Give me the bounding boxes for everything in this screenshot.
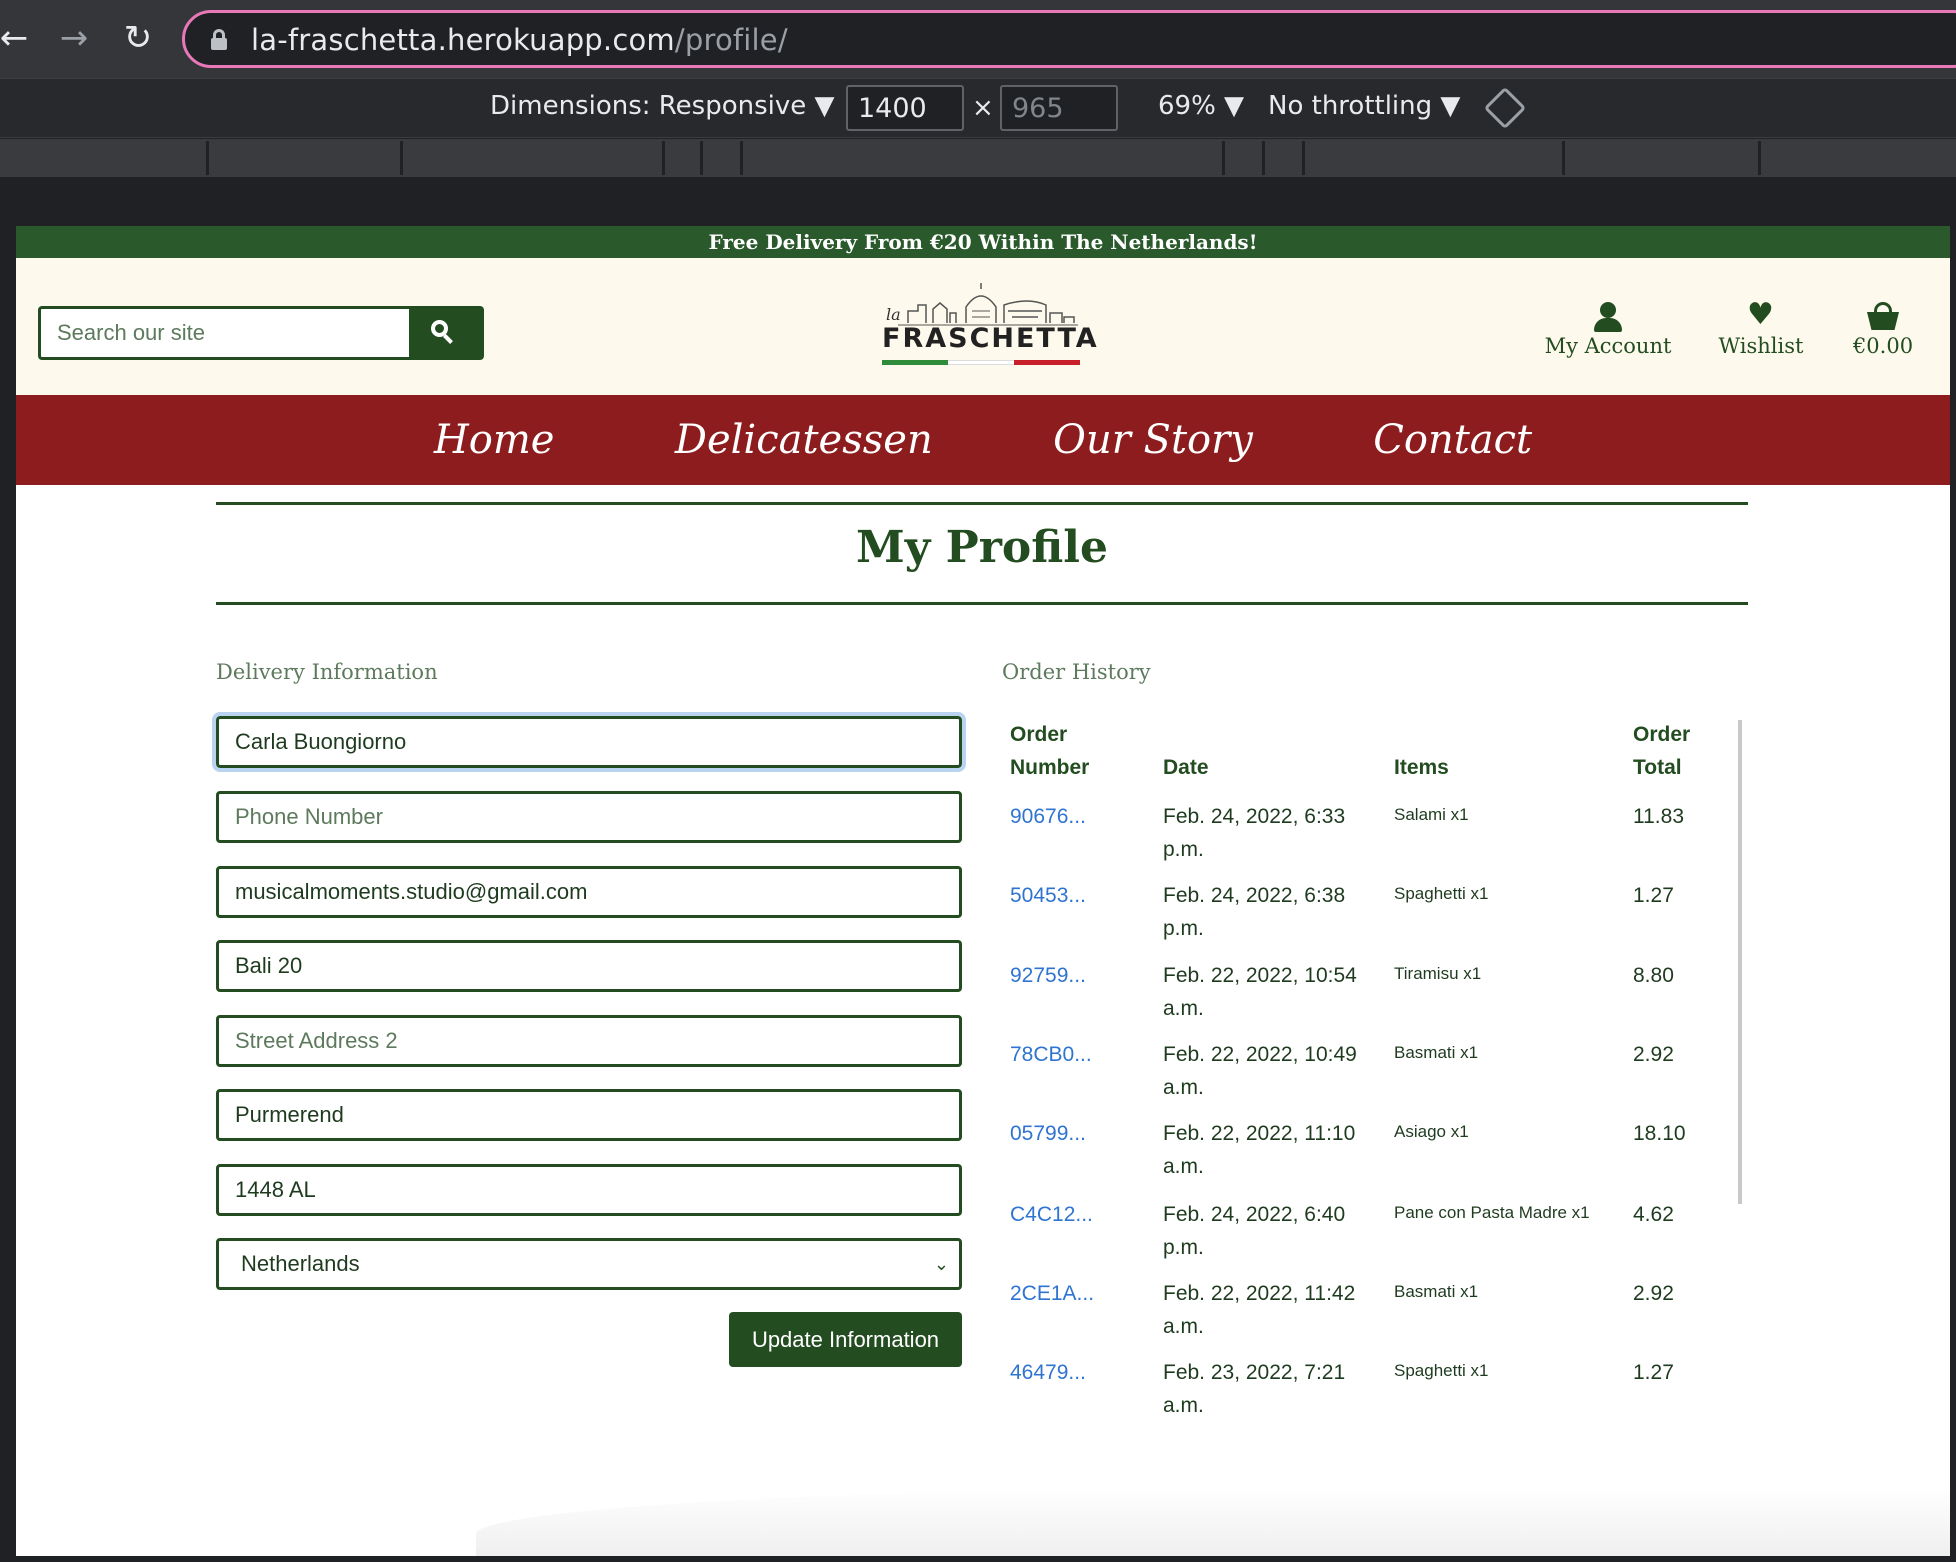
address-bar[interactable]: la-fraschetta.herokuapp.com/profile/ xyxy=(182,10,1956,68)
title-divider-top xyxy=(216,502,1748,505)
order-total: 4.62 xyxy=(1633,1203,1674,1226)
nav-delicatessen[interactable]: Delicatessen xyxy=(675,395,933,485)
main-nav: Home Delicatessen Our Story Contact xyxy=(16,395,1950,485)
wishlist-label: Wishlist xyxy=(1718,334,1804,358)
order-items: Asiago x1 xyxy=(1394,1122,1469,1141)
country-select[interactable]: Netherlands ⌄ xyxy=(216,1238,962,1290)
order-date: Feb. 24, 2022, 6:40 p.m. xyxy=(1163,1203,1346,1259)
order-total: 2.92 xyxy=(1633,1043,1674,1066)
order-history-heading: Order History xyxy=(1002,660,1151,684)
back-arrow-icon[interactable]: ← xyxy=(0,18,34,58)
order-items: Basmati x1 xyxy=(1394,1282,1479,1301)
update-information-button[interactable]: Update Information xyxy=(729,1312,962,1367)
order-number-link[interactable]: C4C12... xyxy=(1010,1198,1093,1231)
reload-icon[interactable]: ↻ xyxy=(118,18,158,58)
order-number-link[interactable]: 46479... xyxy=(1010,1356,1086,1389)
search-form xyxy=(38,306,484,360)
heart-icon: ♥ xyxy=(1747,297,1774,332)
order-items: Spaghetti x1 xyxy=(1394,884,1489,903)
order-items: Pane con Pasta Madre x1 xyxy=(1394,1203,1590,1222)
order-total: 1.27 xyxy=(1633,884,1674,907)
order-date: Feb. 22, 2022, 10:49 a.m. xyxy=(1163,1043,1357,1099)
title-divider-bottom xyxy=(216,602,1748,605)
order-history-scrollbar[interactable] xyxy=(1738,720,1742,1204)
country-value: Netherlands xyxy=(241,1251,360,1276)
full-name-field[interactable]: Carla Buongiorno xyxy=(212,712,966,772)
town-field[interactable]: Purmerend xyxy=(216,1089,962,1141)
header-items: Items xyxy=(1394,756,1449,779)
flag-stripe-white xyxy=(948,360,1014,365)
order-date: Feb. 24, 2022, 6:33 p.m. xyxy=(1163,805,1346,861)
zoom-dropdown[interactable]: 69% ▼ xyxy=(1158,91,1244,121)
order-number-link[interactable]: 90676... xyxy=(1010,800,1086,833)
media-query-ruler xyxy=(0,139,1956,177)
order-total: 18.10 xyxy=(1633,1122,1686,1145)
order-items: Salami x1 xyxy=(1394,805,1469,824)
order-number-link[interactable]: 2CE1A... xyxy=(1010,1277,1094,1310)
rotate-icon[interactable] xyxy=(1483,86,1527,130)
order-total: 2.92 xyxy=(1633,1282,1674,1305)
site-header: la FRASCHETTA My Account ♥ Wishlist €0.0… xyxy=(16,258,1950,395)
header-date: Date xyxy=(1163,756,1209,779)
page-shadow xyxy=(476,1486,1950,1556)
search-input[interactable] xyxy=(41,309,413,357)
url-text: la-fraschetta.herokuapp.com/profile/ xyxy=(251,23,788,57)
order-total: 8.80 xyxy=(1633,964,1674,987)
delivery-info-heading: Delivery Information xyxy=(216,660,438,684)
order-date: Feb. 22, 2022, 11:10 a.m. xyxy=(1163,1122,1356,1178)
basket-link[interactable]: €0.00 xyxy=(1838,300,1928,358)
lock-icon xyxy=(211,29,227,50)
height-input[interactable]: 965 xyxy=(1000,85,1118,131)
order-number-link[interactable]: 05799... xyxy=(1010,1117,1086,1150)
basket-icon xyxy=(1838,300,1928,334)
nav-contact[interactable]: Contact xyxy=(1373,395,1532,485)
user-icon xyxy=(1528,300,1688,334)
search-icon xyxy=(431,320,453,344)
my-account-label: My Account xyxy=(1544,334,1672,358)
nav-our-story[interactable]: Our Story xyxy=(1053,395,1253,485)
order-date: Feb. 24, 2022, 6:38 p.m. xyxy=(1163,884,1346,940)
order-number-link[interactable]: 92759... xyxy=(1010,959,1086,992)
forward-arrow-icon[interactable]: → xyxy=(54,18,94,58)
browser-toolbar: ← → ↻ la-fraschetta.herokuapp.com/profil… xyxy=(0,0,1956,78)
delivery-banner: Free Delivery From €20 Within The Nether… xyxy=(16,226,1950,258)
header-order-total: Order Total xyxy=(1633,723,1691,779)
chevron-down-icon: ⌄ xyxy=(933,1254,949,1274)
basket-total: €0.00 xyxy=(1852,334,1914,358)
street-address-2-field[interactable]: Street Address 2 xyxy=(216,1015,962,1067)
nav-home[interactable]: Home xyxy=(434,395,555,485)
device-toolbar: Dimensions: Responsive ▼ 1400 × 965 69% … xyxy=(0,78,1956,138)
order-total: 1.27 xyxy=(1633,1361,1674,1384)
times-symbol: × xyxy=(972,93,994,123)
order-number-link[interactable]: 78CB0... xyxy=(1010,1038,1092,1071)
postcode-field[interactable]: 1448 AL xyxy=(216,1164,962,1216)
site-logo[interactable]: la FRASCHETTA xyxy=(878,283,1097,369)
dimensions-dropdown[interactable]: Dimensions: Responsive ▼ xyxy=(490,91,835,121)
flag-stripe-green xyxy=(882,360,948,365)
throttling-dropdown[interactable]: No throttling ▼ xyxy=(1268,91,1460,121)
order-date: Feb. 22, 2022, 11:42 a.m. xyxy=(1163,1282,1356,1338)
search-button[interactable] xyxy=(409,309,481,357)
page-title: My Profile xyxy=(856,522,1108,573)
order-number-link[interactable]: 50453... xyxy=(1010,879,1086,912)
email-field[interactable]: musicalmoments.studio@gmail.com xyxy=(216,866,962,918)
order-items: Basmati x1 xyxy=(1394,1043,1479,1062)
order-total: 11.83 xyxy=(1633,805,1684,828)
header-order-number: Order Number xyxy=(1010,723,1090,779)
phone-field[interactable]: Phone Number xyxy=(216,791,962,843)
order-items: Tiramisu x1 xyxy=(1394,964,1482,983)
flag-stripe-red xyxy=(1014,360,1080,365)
my-account-link[interactable]: My Account xyxy=(1528,300,1688,358)
wishlist-link[interactable]: ♥ Wishlist xyxy=(1706,297,1816,359)
page-viewport: Free Delivery From €20 Within The Nether… xyxy=(16,226,1950,1556)
order-date: Feb. 23, 2022, 7:21 a.m. xyxy=(1163,1361,1346,1417)
order-date: Feb. 22, 2022, 10:54 a.m. xyxy=(1163,964,1357,1020)
logo-la-text: la xyxy=(886,305,901,324)
width-input[interactable]: 1400 xyxy=(846,85,964,131)
street-address-1-field[interactable]: Bali 20 xyxy=(216,940,962,992)
order-items: Spaghetti x1 xyxy=(1394,1361,1489,1380)
logo-wordmark: FRASCHETTA xyxy=(882,323,1099,354)
